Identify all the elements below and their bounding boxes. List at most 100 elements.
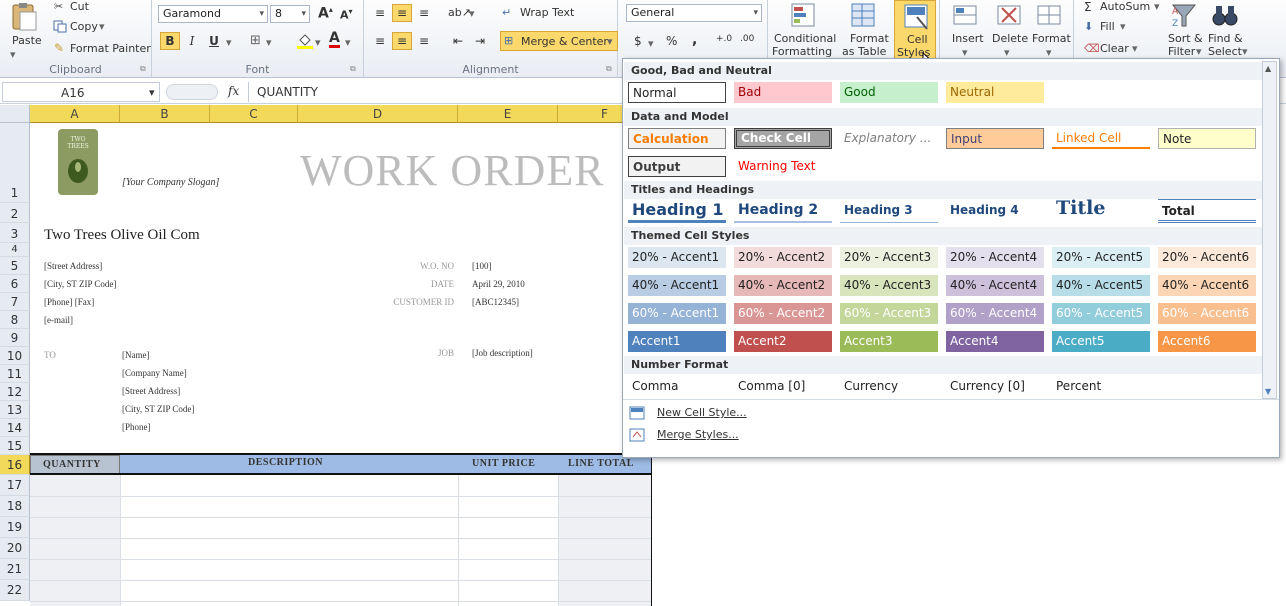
row-header[interactable]: 14 bbox=[0, 419, 30, 437]
row-header[interactable]: 13 bbox=[0, 401, 30, 419]
column-header-d[interactable]: D bbox=[298, 105, 458, 123]
row-header[interactable]: 18 bbox=[0, 496, 30, 517]
style-accent3[interactable]: Accent3 bbox=[840, 331, 938, 352]
comma-button[interactable]: , bbox=[692, 32, 697, 48]
format-painter-button[interactable]: Format Painter bbox=[70, 42, 151, 55]
percent-button[interactable]: % bbox=[666, 34, 677, 48]
gallery-scrollbar[interactable]: ▲ ▼ bbox=[1262, 61, 1277, 399]
style-20-accent3[interactable]: 20% - Accent3 bbox=[840, 247, 938, 268]
borders-icon[interactable]: ⊞ bbox=[250, 33, 261, 48]
align-right-icon[interactable]: ≡ bbox=[414, 32, 434, 50]
insert-cells-icon[interactable] bbox=[950, 2, 980, 30]
copy-icon[interactable] bbox=[53, 20, 67, 33]
row-header[interactable]: 10 bbox=[0, 347, 30, 365]
insert-function-icon[interactable]: fx bbox=[228, 84, 239, 98]
row-header[interactable]: 21 bbox=[0, 559, 30, 580]
style-60-accent2[interactable]: 60% - Accent2 bbox=[734, 303, 832, 324]
style-calculation[interactable]: Calculation bbox=[628, 128, 726, 149]
orientation-dropdown-icon[interactable]: ▾ bbox=[469, 7, 475, 20]
row-header[interactable]: 8 bbox=[0, 311, 30, 329]
line-total-column-body[interactable] bbox=[558, 475, 652, 606]
style-accent6[interactable]: Accent6 bbox=[1158, 331, 1256, 352]
find-select-label-2[interactable]: Select bbox=[1208, 45, 1242, 58]
row-header[interactable]: 2 bbox=[0, 203, 30, 223]
sort-filter-icon[interactable]: AZ bbox=[1170, 2, 1200, 30]
row-header[interactable]: 5 bbox=[0, 257, 30, 275]
align-left-icon[interactable]: ≡ bbox=[370, 32, 390, 50]
style-normal[interactable]: Normal bbox=[628, 82, 726, 103]
clear-button[interactable]: Clear bbox=[1100, 42, 1129, 55]
paste-dropdown-icon[interactable]: ▾ bbox=[10, 48, 16, 61]
clear-icon[interactable]: ⌫ bbox=[1084, 42, 1100, 55]
style-currency-0[interactable]: Currency [0] bbox=[946, 376, 1044, 397]
clipboard-launcher-icon[interactable]: ⧉ bbox=[140, 64, 146, 74]
sort-filter-label-2[interactable]: Filter bbox=[1168, 45, 1195, 58]
row-header[interactable]: 16 bbox=[0, 455, 30, 475]
row-header[interactable]: 9 bbox=[0, 329, 30, 347]
row-header[interactable]: 6 bbox=[0, 275, 30, 293]
font-launcher-icon[interactable]: ⧉ bbox=[350, 64, 356, 74]
format-as-table-label-2[interactable]: as Table bbox=[842, 45, 886, 58]
bold-button[interactable]: B bbox=[160, 32, 180, 50]
row-header[interactable]: 7 bbox=[0, 293, 30, 311]
style-40-accent2[interactable]: 40% - Accent2 bbox=[734, 275, 832, 296]
row-header[interactable]: 19 bbox=[0, 517, 30, 538]
style-40-accent6[interactable]: 40% - Accent6 bbox=[1158, 275, 1256, 296]
style-20-accent2[interactable]: 20% - Accent2 bbox=[734, 247, 832, 268]
number-format-combo[interactable]: General ▾ bbox=[626, 4, 762, 22]
conditional-formatting-label-2[interactable]: Formatting bbox=[772, 45, 832, 58]
font-color-dropdown-icon[interactable]: ▾ bbox=[345, 36, 351, 49]
font-color-icon[interactable]: A bbox=[329, 31, 340, 48]
delete-button[interactable]: Delete bbox=[992, 32, 1028, 45]
format-cells-icon[interactable] bbox=[1034, 2, 1064, 30]
row-header[interactable]: 4 bbox=[0, 243, 30, 257]
clear-dropdown-icon[interactable]: ▾ bbox=[1132, 42, 1138, 55]
select-all-corner[interactable] bbox=[0, 105, 30, 123]
format-as-table-label-1[interactable]: Format bbox=[850, 32, 889, 45]
style-heading-1[interactable]: Heading 1 bbox=[628, 199, 726, 223]
style-heading-2[interactable]: Heading 2 bbox=[734, 199, 832, 223]
style-40-accent3[interactable]: 40% - Accent3 bbox=[840, 275, 938, 296]
style-total[interactable]: Total bbox=[1158, 199, 1256, 223]
style-input[interactable]: Input bbox=[946, 128, 1044, 149]
merge-center-button[interactable]: ⊞ Merge & Center ▾ bbox=[500, 31, 618, 51]
conditional-formatting-icon[interactable] bbox=[790, 2, 818, 30]
fill-color-icon[interactable] bbox=[296, 32, 314, 50]
table-header-description-cell[interactable]: DESCRIPTION bbox=[120, 455, 458, 475]
row-header[interactable]: 12 bbox=[0, 383, 30, 401]
italic-button[interactable]: I bbox=[182, 32, 202, 50]
row-header[interactable]: 15 bbox=[0, 437, 30, 455]
row-header[interactable]: 11 bbox=[0, 365, 30, 383]
autosum-button[interactable]: AutoSum bbox=[1100, 0, 1150, 13]
fill-dropdown-icon[interactable]: ▾ bbox=[1120, 20, 1126, 33]
style-60-accent1[interactable]: 60% - Accent1 bbox=[628, 303, 726, 324]
copy-dropdown-icon[interactable]: ▾ bbox=[99, 20, 105, 33]
style-note[interactable]: Note bbox=[1158, 128, 1256, 149]
underline-dropdown-icon[interactable]: ▾ bbox=[226, 36, 232, 49]
copy-button[interactable]: Copy bbox=[70, 20, 98, 33]
style-heading-3[interactable]: Heading 3 bbox=[840, 199, 938, 223]
style-20-accent1[interactable]: 20% - Accent1 bbox=[628, 247, 726, 268]
insert-button[interactable]: Insert bbox=[952, 32, 984, 45]
style-60-accent4[interactable]: 60% - Accent4 bbox=[946, 303, 1044, 324]
underline-button[interactable]: U bbox=[204, 32, 224, 50]
table-header-line-total-cell[interactable]: LINE TOTAL bbox=[558, 455, 652, 475]
wrap-text-icon[interactable]: ↵ bbox=[502, 6, 511, 19]
style-60-accent3[interactable]: 60% - Accent3 bbox=[840, 303, 938, 324]
style-20-accent4[interactable]: 20% - Accent4 bbox=[946, 247, 1044, 268]
align-top-icon[interactable]: ≡ bbox=[370, 4, 390, 22]
style-40-accent4[interactable]: 40% - Accent4 bbox=[946, 275, 1044, 296]
shrink-font-icon[interactable]: A▾ bbox=[340, 7, 353, 22]
autosum-dropdown-icon[interactable]: ▾ bbox=[1154, 0, 1160, 13]
alignment-launcher-icon[interactable]: ⧉ bbox=[606, 64, 612, 74]
style-20-accent6[interactable]: 20% - Accent6 bbox=[1158, 247, 1256, 268]
decrease-indent-icon[interactable]: ⇤ bbox=[448, 32, 468, 50]
paste-icon[interactable] bbox=[10, 2, 40, 32]
style-accent5[interactable]: Accent5 bbox=[1052, 331, 1150, 352]
name-box[interactable]: A16 ▾ bbox=[2, 82, 160, 102]
style-explanatory[interactable]: Explanatory ... bbox=[840, 128, 938, 149]
style-warning-text[interactable]: Warning Text bbox=[734, 156, 832, 177]
column-header-b[interactable]: B bbox=[120, 105, 210, 123]
scroll-up-icon[interactable]: ▲ bbox=[1265, 64, 1271, 73]
align-center-icon[interactable]: ≡ bbox=[392, 32, 412, 50]
